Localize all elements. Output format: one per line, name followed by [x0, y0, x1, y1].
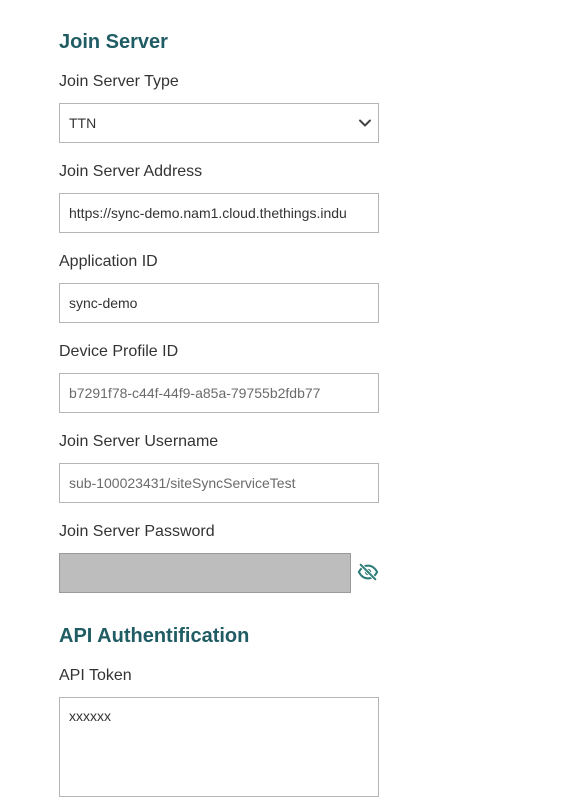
join-server-username-input[interactable]: sub-100023431/siteSyncServiceTest	[59, 463, 379, 503]
api-token-value: xxxxxx	[69, 708, 111, 724]
join-server-username-label: Join Server Username	[59, 433, 219, 450]
application-id-label: Application ID	[59, 253, 158, 270]
join-server-password-label: Join Server Password	[59, 523, 215, 540]
chevron-down-icon	[359, 119, 371, 127]
join-server-heading: Join Server	[59, 31, 168, 53]
eye-slash-icon[interactable]	[357, 561, 379, 583]
join-server-type-select[interactable]: TTN	[59, 103, 379, 143]
device-profile-id-label: Device Profile ID	[59, 343, 179, 360]
api-authentication-heading: API Authentification	[59, 625, 250, 647]
join-server-type-value: TTN	[69, 115, 97, 131]
device-profile-id-input[interactable]: b7291f78-c44f-44f9-a85a-79755b2fdb77	[59, 373, 379, 413]
api-token-textarea[interactable]: xxxxxx	[59, 697, 379, 797]
join-server-address-input[interactable]: https://sync-demo.nam1.cloud.thethings.i…	[59, 193, 379, 233]
join-server-password-input[interactable]	[59, 553, 351, 593]
join-server-address-label: Join Server Address	[59, 163, 203, 180]
device-profile-id-value: b7291f78-c44f-44f9-a85a-79755b2fdb77	[69, 385, 321, 401]
join-server-address-value: https://sync-demo.nam1.cloud.thethings.i…	[69, 205, 347, 221]
join-server-username-value: sub-100023431/siteSyncServiceTest	[69, 475, 296, 491]
application-id-input[interactable]: sync-demo	[59, 283, 379, 323]
application-id-value: sync-demo	[69, 295, 138, 311]
api-token-label: API Token	[59, 667, 132, 684]
join-server-type-label: Join Server Type	[59, 73, 179, 90]
